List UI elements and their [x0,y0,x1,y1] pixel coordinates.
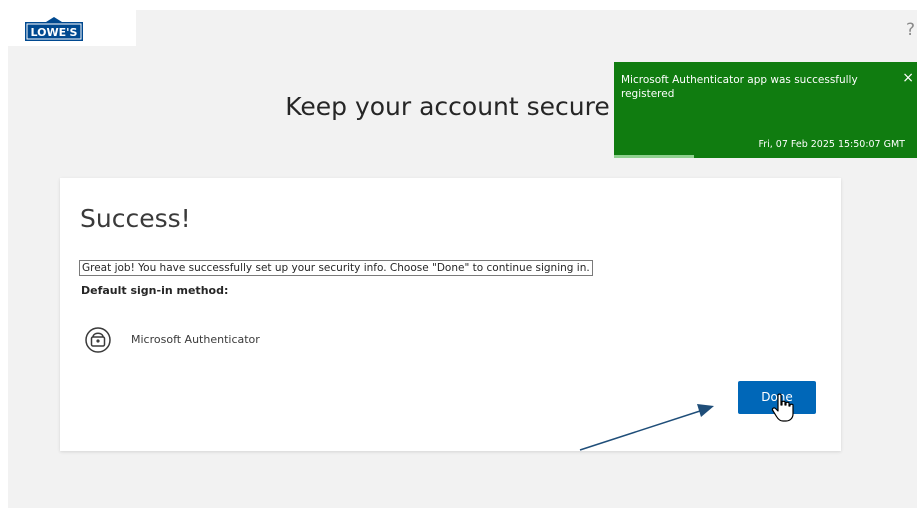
default-method-label: Default sign-in method: [81,284,229,297]
authenticator-lock-icon [85,327,111,353]
default-method-name: Microsoft Authenticator [131,333,260,346]
page-title: Keep your account secure [285,92,610,121]
default-method-row: Microsoft Authenticator [82,324,342,356]
success-message: Great job! You have successfully set up … [79,260,593,276]
toast-timestamp: Fri, 07 Feb 2025 15:50:07 GMT [758,139,905,150]
logo-text: LOWE'S [31,26,78,39]
lowes-logo: LOWE'S [25,17,83,41]
toast-message: Microsoft Authenticator app was successf… [621,74,858,100]
hand-pointer-icon [771,393,794,422]
toast-progress-bar [614,155,694,158]
help-icon[interactable]: ? [906,20,915,40]
close-icon[interactable]: × [902,71,914,85]
registration-toast: Microsoft Authenticator app was successf… [614,62,917,158]
success-card: Success! Great job! You have successfull… [60,178,841,451]
success-heading: Success! [80,204,191,233]
